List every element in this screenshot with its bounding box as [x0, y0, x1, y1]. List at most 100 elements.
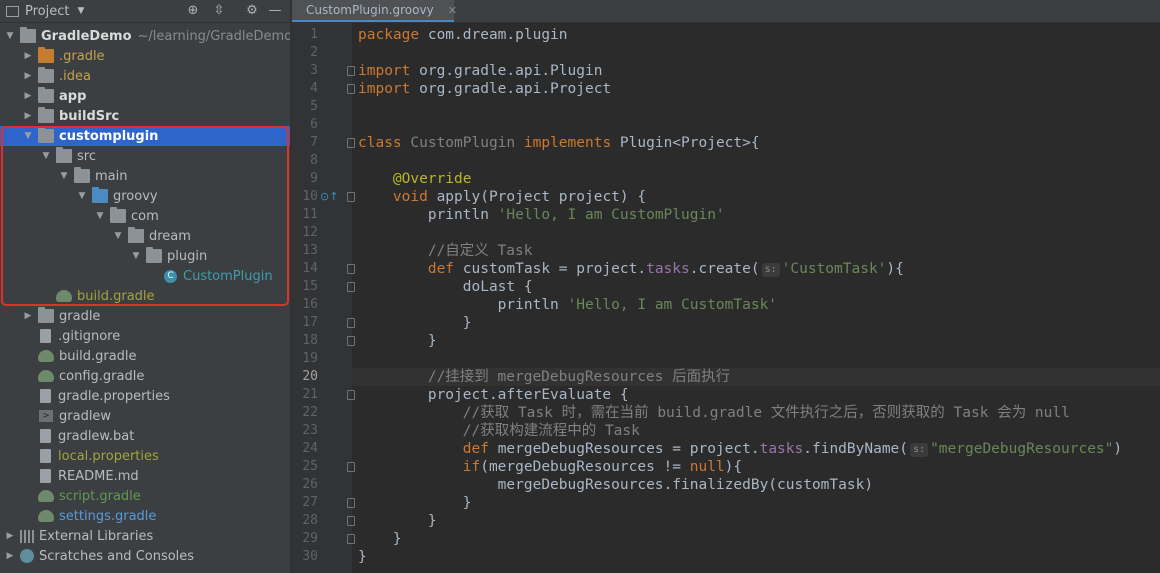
chevron-right-icon[interactable]: ▶ [22, 91, 34, 101]
line-number: 28 [302, 513, 318, 528]
code-line: class CustomPlugin implements Plugin<Pro… [358, 134, 760, 152]
chevron-down-icon[interactable]: ▼ [112, 231, 124, 241]
code-token: .create( [689, 261, 760, 277]
chevron-right-icon[interactable]: ▶ [22, 311, 34, 321]
chevron-down-icon[interactable]: ▼ [58, 171, 70, 181]
chevron-down-icon[interactable]: ▼ [130, 251, 142, 261]
chevron-right-icon[interactable]: ▶ [22, 71, 34, 81]
gear-icon[interactable]: ⚙ [243, 2, 261, 20]
project-panel: Project ▼ ⊕ ⇳ ⚙ — ▼ GradleDemo ~/learning/… [0, 0, 290, 573]
tree-item[interactable]: ▼ dream [0, 226, 290, 246]
code-line: } [358, 314, 472, 332]
minimize-icon[interactable]: — [266, 2, 284, 20]
chevron-down-icon[interactable]: ▼ [94, 211, 106, 221]
code-token: Plugin<Project>{ [619, 135, 760, 151]
line-number: 7 [310, 135, 318, 150]
code-token: tasks [759, 441, 804, 457]
tree-item-label: config.gradle [59, 368, 145, 384]
tree-item[interactable]: ▼ customplugin [0, 126, 290, 146]
code-token: //挂接到 mergeDebugResources 后面执行 [358, 369, 731, 385]
code-token: println [358, 207, 498, 223]
project-view-selector[interactable]: Project ▼ [6, 4, 84, 19]
tree-item[interactable]: build.gradle [0, 346, 290, 366]
code-editor[interactable]: package com.dream.plugin import org.gradl… [352, 23, 1160, 573]
tree-item[interactable]: ▼ plugin [0, 246, 290, 266]
tree-item[interactable]: ▶ Scratches and Consoles [0, 546, 290, 566]
tree-item[interactable]: local.properties [0, 446, 290, 466]
line-number: 23 [302, 423, 318, 438]
code-line: } [358, 512, 437, 530]
tree-item[interactable]: ▶ buildSrc [0, 106, 290, 126]
override-marker-icon[interactable]: ⊙↑ [320, 190, 338, 203]
code-token: customTask = project. [462, 261, 647, 277]
code-token: ){ [724, 459, 743, 475]
chevron-right-icon[interactable]: ▶ [22, 51, 34, 61]
code-token: } [358, 549, 367, 565]
tree-item[interactable]: README.md [0, 466, 290, 486]
line-number: 17 [302, 315, 318, 330]
folder-icon [38, 87, 54, 103]
folder-icon [56, 147, 72, 163]
chevron-right-icon[interactable]: ▶ [22, 111, 34, 121]
tree-item-label: main [95, 168, 128, 184]
line-number: 11 [302, 207, 318, 222]
tree-item[interactable]: build.gradle [0, 286, 290, 306]
tree-item-label: groovy [113, 188, 158, 204]
target-icon[interactable]: ⊕ [184, 2, 202, 20]
tree-item[interactable]: ▶ app [0, 86, 290, 106]
tree-item[interactable]: > gradlew [0, 406, 290, 426]
tree-item[interactable]: ▶ gradle [0, 306, 290, 326]
tree-item[interactable]: gradlew.bat [0, 426, 290, 446]
tree-item[interactable]: .gitignore [0, 326, 290, 346]
groovy-class-icon: C [164, 269, 177, 283]
tree-item[interactable]: ▶ .gradle [0, 46, 290, 66]
line-number: 20 [302, 369, 318, 384]
folder-icon [146, 247, 162, 263]
code-line: def mergeDebugResources = project.tasks.… [358, 440, 1122, 458]
tree-item[interactable]: ▼ com [0, 206, 290, 226]
parameter-hint: s: [761, 263, 780, 277]
collapse-icon[interactable]: ⇳ [210, 2, 228, 20]
tree-item[interactable]: ▶ External Libraries [0, 526, 290, 546]
tree-item[interactable]: gradle.properties [0, 386, 290, 406]
tab-customplugin-groovy[interactable]: CustomPlugin.groovy ✕ [292, 0, 457, 22]
code-token: if [358, 459, 481, 475]
chevron-down-icon[interactable]: ▼ [40, 151, 52, 161]
code-token: 'Hello, I am CustomPlugin' [497, 207, 725, 223]
tree-item[interactable]: ▼ groovy [0, 186, 290, 206]
code-token: } [358, 315, 472, 331]
code-token: 'Hello, I am CustomTask' [567, 297, 778, 313]
tree-item[interactable]: ▼ GradleDemo ~/learning/GradleDemo [0, 26, 290, 46]
code-line: //自定义 Task [358, 242, 533, 260]
tree-item[interactable]: C CustomPlugin [0, 266, 290, 286]
line-number: 13 [302, 243, 318, 258]
code-token: class [358, 135, 411, 151]
code-line: def customTask = project.tasks.create(s:… [358, 260, 904, 278]
folder-icon [74, 167, 90, 183]
chevron-right-icon[interactable]: ▶ [4, 551, 16, 561]
tree-item[interactable]: ▶ .idea [0, 66, 290, 86]
chevron-down-icon[interactable]: ▼ [22, 131, 34, 141]
chevron-down-icon[interactable]: ▼ [4, 31, 16, 41]
folder-icon [38, 47, 54, 63]
tree-item[interactable]: script.gradle [0, 486, 290, 506]
tree-item[interactable]: settings.gradle [0, 506, 290, 526]
code-token: def [358, 441, 498, 457]
chevron-right-icon[interactable]: ▶ [4, 531, 16, 541]
tree-item[interactable]: ▼ src [0, 146, 290, 166]
tree-item[interactable]: config.gradle [0, 366, 290, 386]
code-token: doLast { [358, 279, 533, 295]
folder-icon [38, 107, 54, 123]
code-token: apply(Project project) { [436, 189, 647, 205]
tree-item-label: plugin [167, 248, 208, 264]
source-folder-icon [92, 187, 108, 203]
gradle-icon [38, 350, 54, 362]
folder-icon [110, 207, 126, 223]
editor-gutter: 1 2 3 4 5 6 7 8 9 10 ⊙↑ 11 12 13 14 15 16 17 18 19 20 21 22 23 2… [292, 23, 355, 573]
tree-item[interactable]: ▼ main [0, 166, 290, 186]
terminal-icon: > [39, 410, 53, 422]
tree-item-label: build.gradle [77, 288, 155, 304]
chevron-down-icon[interactable]: ▼ [76, 191, 88, 201]
close-icon[interactable]: ✕ [448, 4, 457, 17]
code-line: package com.dream.plugin [358, 26, 568, 44]
